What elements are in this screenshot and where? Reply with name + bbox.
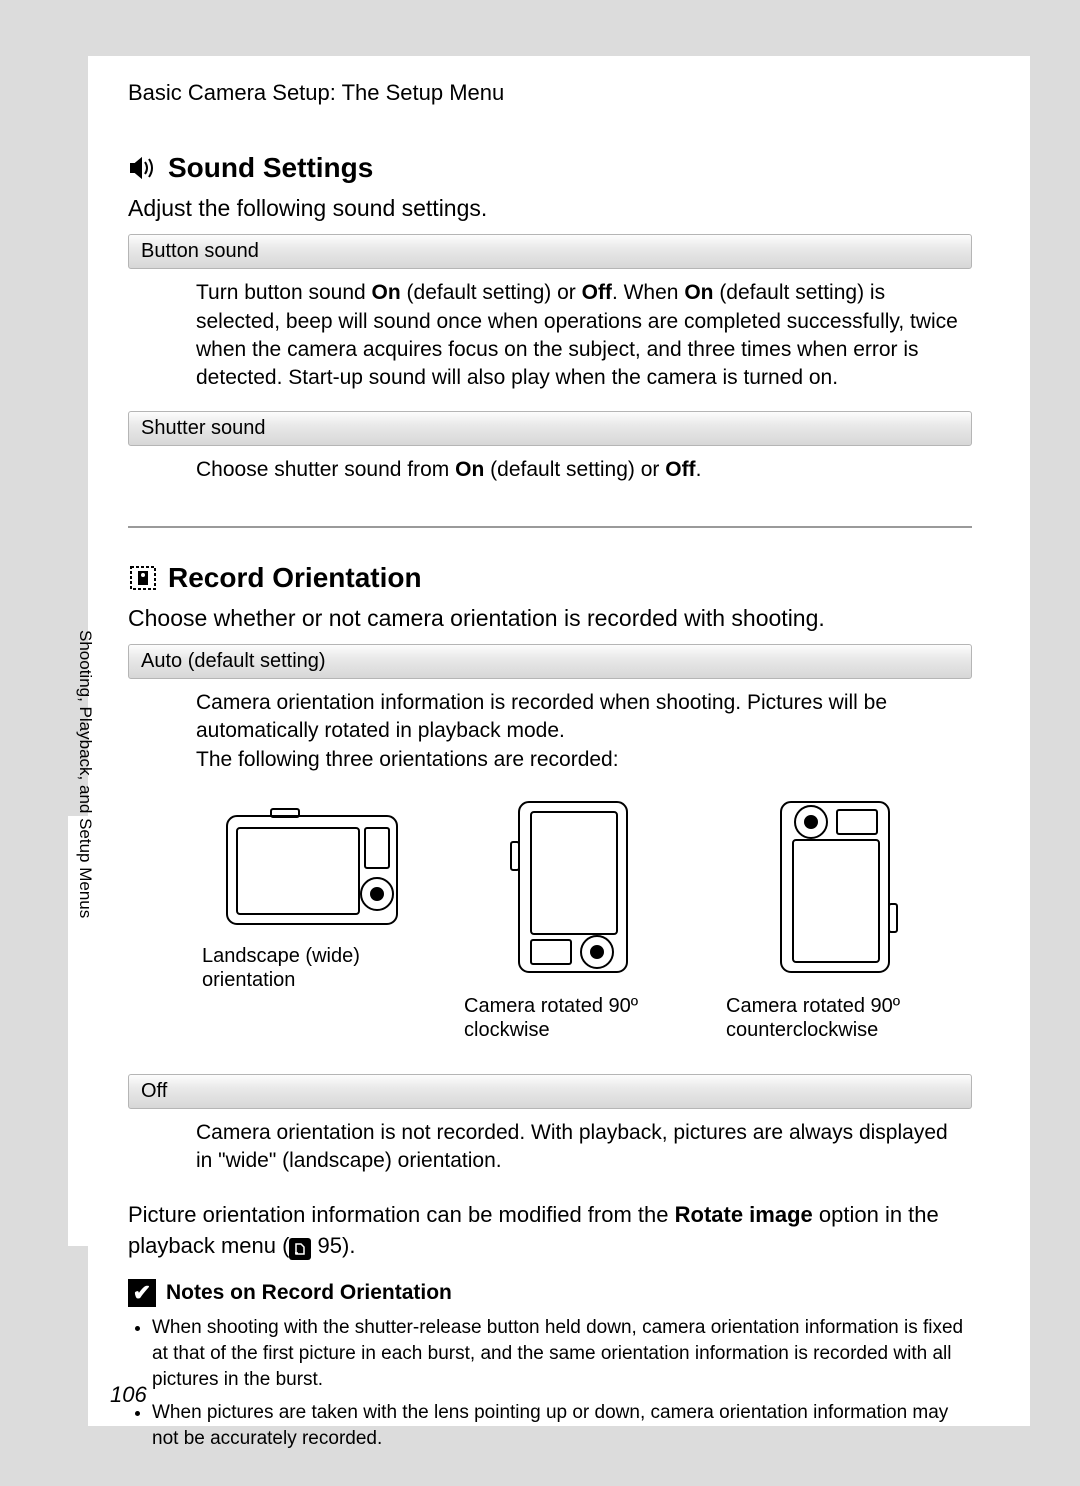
caption-landscape: Landscape (wide) orientation	[196, 944, 428, 992]
check-icon: ✔	[128, 1279, 156, 1307]
option-body-off: Camera orientation is not recorded. With…	[128, 1109, 972, 1190]
notes-block: ✔ Notes on Record Orientation When shoot…	[128, 1279, 972, 1451]
note-item: When shooting with the shutter-release b…	[152, 1315, 972, 1392]
page-ref-icon	[289, 1238, 311, 1260]
section-record-orientation: Record Orientation	[128, 562, 972, 594]
section-title: Record Orientation	[168, 562, 422, 594]
option-body-auto: Camera orientation information is record…	[128, 679, 972, 1070]
page-number: 106	[110, 1382, 147, 1408]
option-body-shutter-sound: Choose shutter sound from On (default se…	[128, 446, 972, 498]
manual-page: Shooting, Playback, and Setup Menus Basi…	[70, 56, 1030, 1426]
running-head: Basic Camera Setup: The Setup Menu	[128, 80, 972, 106]
side-tab-label: Shooting, Playback, and Setup Menus	[70, 622, 100, 1042]
option-head-button-sound: Button sound	[128, 234, 972, 269]
figure-ccw: Camera rotated 90º counterclockwise	[720, 794, 952, 1042]
auto-body-1: Camera orientation information is record…	[196, 689, 952, 746]
cross-reference: Picture orientation information can be m…	[128, 1200, 972, 1262]
record-intro: Choose whether or not camera orientation…	[128, 602, 972, 634]
section-sound-settings: Sound Settings	[128, 152, 972, 184]
option-head-shutter-sound: Shutter sound	[128, 411, 972, 446]
option-body-button-sound: Turn button sound On (default setting) o…	[128, 269, 972, 406]
caption-cw: Camera rotated 90º clockwise	[458, 994, 690, 1042]
option-head-off: Off	[128, 1074, 972, 1109]
note-item: When pictures are taken with the lens po…	[152, 1400, 972, 1451]
option-head-auto: Auto (default setting)	[128, 644, 972, 679]
caption-ccw: Camera rotated 90º counterclockwise	[720, 994, 952, 1042]
sound-intro: Adjust the following sound settings.	[128, 192, 972, 224]
notes-list: When shooting with the shutter-release b…	[128, 1315, 972, 1451]
speaker-icon	[128, 155, 158, 181]
orientation-figures-row: Landscape (wide) orientation Camera rota…	[196, 794, 952, 1042]
section-title: Sound Settings	[168, 152, 373, 184]
figure-landscape: Landscape (wide) orientation	[196, 794, 428, 1042]
section-divider	[128, 526, 972, 528]
notes-heading: ✔ Notes on Record Orientation	[128, 1279, 972, 1307]
auto-body-2: The following three orientations are rec…	[196, 746, 952, 774]
figure-cw: Camera rotated 90º clockwise	[458, 794, 690, 1042]
notes-title-text: Notes on Record Orientation	[166, 1281, 452, 1305]
orientation-icon	[128, 565, 158, 591]
